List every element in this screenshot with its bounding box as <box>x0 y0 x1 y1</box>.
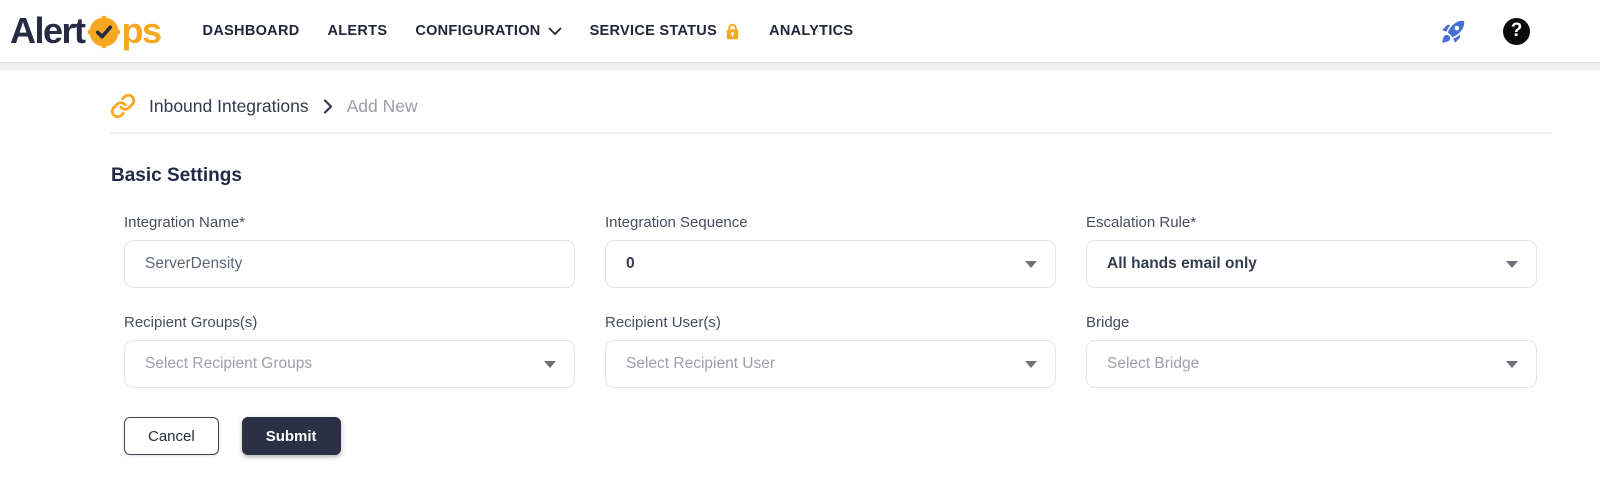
lock-icon <box>724 22 741 41</box>
breadcrumb-divider <box>110 132 1552 134</box>
chevron-down-icon <box>548 27 562 36</box>
recipient-users-select[interactable]: Select Recipient User <box>605 340 1056 388</box>
breadcrumb-section-link[interactable]: Inbound Integrations <box>149 96 309 117</box>
submit-button[interactable]: Submit <box>241 417 341 455</box>
page-title: Basic Settings <box>111 165 242 186</box>
integration-sequence-select[interactable]: 0 <box>605 240 1056 288</box>
recipient-users-placeholder: Select Recipient User <box>626 355 776 372</box>
logo-clock-icon <box>87 15 120 49</box>
escalation-rule-label: Escalation Rule* <box>1086 214 1197 231</box>
field-escalation-rule: Escalation Rule* All hands email only <box>1086 214 1537 288</box>
rocket-icon[interactable] <box>1440 18 1467 45</box>
header-actions: ? <box>1440 17 1530 45</box>
link-icon <box>110 93 136 119</box>
recipient-groups-select[interactable]: Select Recipient Groups <box>124 340 575 388</box>
escalation-rule-select[interactable]: All hands email only <box>1086 240 1537 288</box>
caret-down-icon <box>1025 360 1037 368</box>
recipient-groups-placeholder: Select Recipient Groups <box>145 355 313 372</box>
caret-down-icon <box>1506 260 1518 268</box>
breadcrumb-current: Add New <box>346 95 418 116</box>
nav-service-status[interactable]: SERVICE STATUS <box>590 22 741 41</box>
main-nav: DASHBOARD ALERTS CONFIGURATION SERVICE S… <box>203 22 854 41</box>
field-recipient-groups: Recipient Groups(s) Select Recipient Gro… <box>124 314 575 388</box>
alertops-logo[interactable]: Alert ps <box>10 10 163 51</box>
bridge-placeholder: Select Bridge <box>1107 355 1200 372</box>
help-icon[interactable]: ? <box>1503 17 1530 45</box>
recipient-users-label: Recipient User(s) <box>605 314 721 331</box>
integration-name-label: Integration Name* <box>124 214 245 231</box>
nav-analytics[interactable]: ANALYTICS <box>769 23 853 39</box>
field-recipient-users: Recipient User(s) Select Recipient User <box>605 314 1056 388</box>
caret-down-icon <box>1025 260 1037 268</box>
main-content: Inbound Integrations Add New Basic Setti… <box>0 93 1600 455</box>
bridge-select[interactable]: Select Bridge <box>1086 340 1537 388</box>
field-integration-name: Integration Name* <box>124 214 575 288</box>
caret-down-icon <box>544 360 556 368</box>
cancel-button[interactable]: Cancel <box>124 417 219 455</box>
form-actions: Cancel Submit <box>124 417 1552 455</box>
basic-settings-form: Integration Name* Integration Sequence 0… <box>110 214 1552 455</box>
escalation-rule-value: All hands email only <box>1107 255 1257 272</box>
breadcrumb: Inbound Integrations Add New <box>110 93 1552 119</box>
bridge-label: Bridge <box>1086 314 1130 331</box>
nav-alerts[interactable]: ALERTS <box>328 23 388 39</box>
caret-down-icon <box>1506 360 1518 368</box>
recipient-groups-label: Recipient Groups(s) <box>124 314 258 331</box>
field-integration-sequence: Integration Sequence 0 <box>605 214 1056 288</box>
logo-text-ps: ps <box>121 10 163 51</box>
top-nav-bar: Alert ps DASHBOARD ALERTS CONFIGURATION … <box>0 0 1600 62</box>
nav-configuration[interactable]: CONFIGURATION <box>415 23 561 39</box>
logo-text-alert: Alert <box>10 10 86 51</box>
header-divider-strip <box>0 62 1600 71</box>
integration-sequence-value: 0 <box>626 255 635 272</box>
integration-name-input[interactable] <box>145 255 556 273</box>
chevron-right-icon <box>323 98 333 114</box>
nav-dashboard[interactable]: DASHBOARD <box>203 23 300 39</box>
field-bridge: Bridge Select Bridge <box>1086 314 1537 388</box>
integration-sequence-label: Integration Sequence <box>605 214 748 231</box>
